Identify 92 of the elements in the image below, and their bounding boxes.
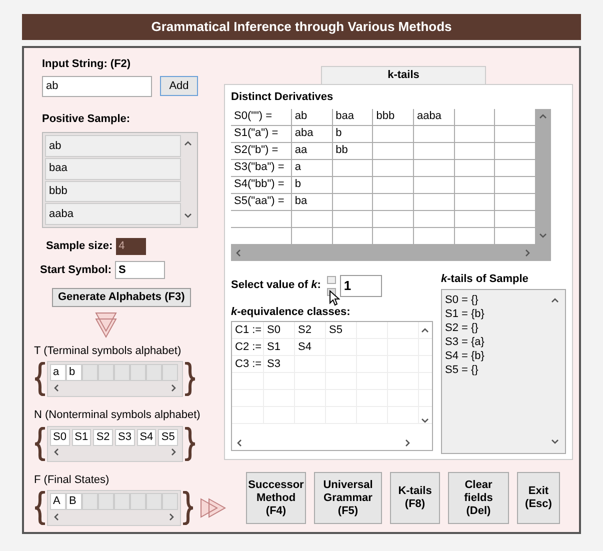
sample-label: Positive Sample: [41, 112, 132, 126]
close-brace-icon [182, 491, 194, 525]
list-item[interactable]: bbb [45, 180, 181, 202]
tab[interactable]: k-tails [321, 66, 486, 84]
list-item: S4 = {b} [445, 349, 486, 363]
table-cell: baa [332, 108, 372, 124]
empty-cell [162, 493, 178, 510]
start-symbol-label: Start Symbol: [40, 262, 112, 278]
table-cell: b [332, 126, 372, 142]
list-item[interactable]: ab [45, 135, 181, 157]
row-header: C2 := [232, 339, 264, 355]
list-item: S2 = {} [445, 321, 480, 335]
row-header: C1 := [232, 322, 264, 338]
empty-cell [98, 364, 114, 381]
action-button[interactable]: Exit (Esc) [517, 472, 560, 524]
row-header: S5("aa") = [231, 194, 291, 210]
action-button[interactable]: Universal Grammar (F5) [314, 472, 382, 524]
grid-cell: S1 [72, 428, 92, 446]
close-brace-icon [184, 362, 196, 396]
grid-cell: S2 [93, 428, 114, 446]
empty-cell [114, 364, 130, 381]
close-brace-icon [184, 426, 196, 460]
row-header: S4("bb") = [231, 176, 291, 192]
grid-cell: B [66, 493, 82, 510]
input-label: Input String: (F2) [41, 57, 132, 72]
double-right-arrow-icon [199, 497, 227, 519]
double-down-arrow-icon [94, 310, 118, 338]
sample-size-value: 4 [116, 238, 146, 255]
action-button[interactable]: Clear fields (Del) [448, 472, 509, 524]
row-header: S1("a") = [231, 126, 291, 142]
generate-alphabets-button[interactable]: Generate Alphabets (F3) [52, 288, 191, 306]
grid-cell: A [50, 493, 66, 510]
grid-cell: a [50, 364, 66, 381]
alphabet-label: F (Final States) [34, 472, 110, 488]
open-brace-icon [34, 362, 46, 396]
alphabet-label: T (Terminal symbols alphabet) [34, 344, 182, 358]
list-item: S1 = {b} [445, 307, 486, 321]
k-select-label: Select value of k: [231, 278, 321, 294]
start-symbol-field[interactable]: S [114, 261, 165, 279]
window-title: Grammatical Inference through Various Methods [22, 14, 581, 40]
row-header: C3 := [232, 356, 264, 372]
table-cell: S2 [295, 322, 326, 338]
table-cell: S3 [264, 356, 295, 372]
alphabet-label: N (Nonterminal symbols alphabet) [34, 408, 202, 423]
grid-cell: S5 [158, 428, 178, 446]
empty-cell [114, 493, 130, 510]
table-cell: aa [292, 142, 332, 158]
input-field[interactable]: ab [42, 76, 152, 96]
empty-cell [98, 493, 114, 510]
section-label: k-tails of Sample [441, 272, 530, 286]
table-cell: S1 [264, 339, 295, 355]
open-brace-icon [34, 491, 46, 525]
add-button[interactable]: Add [160, 76, 198, 96]
list-item: S0 = {} [445, 293, 480, 307]
empty-cell [162, 364, 178, 381]
action-button[interactable]: Successor Method (F4) [246, 472, 306, 524]
grid-cell: b [66, 364, 82, 381]
row-header: S2("b") = [231, 142, 291, 158]
mouse-cursor-icon [328, 290, 340, 306]
grid-cell: S4 [136, 428, 156, 446]
table-cell: S4 [295, 339, 326, 355]
table-cell: ab [292, 108, 332, 124]
list-item[interactable]: baa [45, 158, 181, 180]
table-cell: ba [292, 194, 332, 210]
table-cell: bbb [373, 108, 413, 124]
table-cell: bb [332, 142, 372, 158]
empty-cell [130, 493, 146, 510]
list-item: S5 = {} [445, 363, 480, 377]
grid-cell: S0 [50, 428, 70, 446]
table-cell: aba [292, 126, 332, 142]
row-header: S3("ba") = [231, 160, 291, 176]
table-cell: aaba [414, 108, 454, 124]
list-item[interactable]: aaba [45, 203, 181, 225]
scroll-down-icon [538, 230, 548, 240]
table-cell: b [292, 176, 332, 192]
empty-cell [146, 364, 162, 381]
table-cell: S0 [264, 322, 295, 338]
table-cell: a [292, 160, 332, 176]
table-cell: S5 [326, 322, 357, 338]
sample-size-label: Sample size: [46, 239, 113, 254]
list-item: S3 = {a} [445, 335, 486, 349]
open-brace-icon [34, 426, 46, 460]
empty-cell [82, 364, 98, 381]
grid-cell: S3 [115, 428, 135, 446]
k-value-field[interactable]: 1 [340, 274, 382, 296]
section-label: k-equivalence classes: [231, 304, 352, 320]
empty-cell [146, 493, 162, 510]
section-label: Distinct Derivatives [231, 90, 334, 105]
empty-cell [82, 493, 98, 510]
row-header: S0("") = [231, 108, 291, 124]
empty-cell [130, 364, 146, 381]
action-button[interactable]: K-tails (F8) [390, 472, 440, 524]
